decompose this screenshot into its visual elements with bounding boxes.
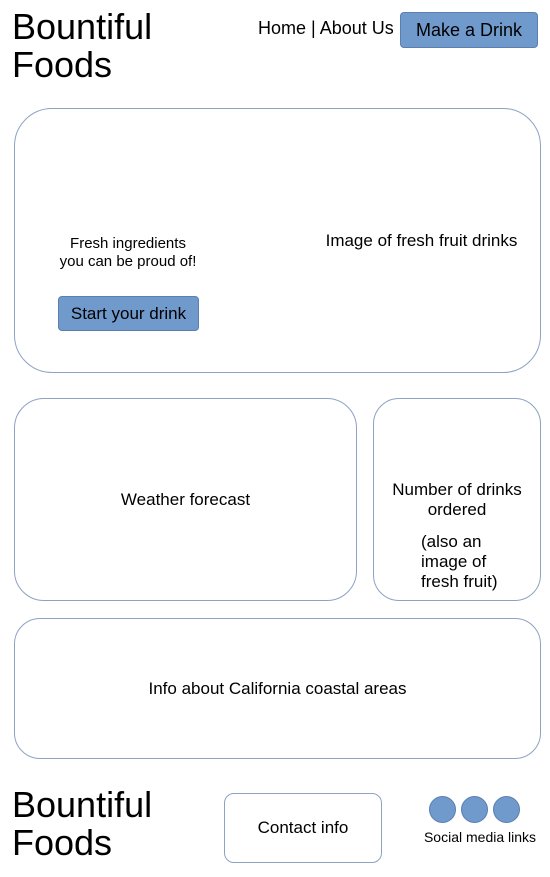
nav-home-link[interactable]: Home: [258, 18, 306, 38]
contact-info-box[interactable]: Contact info: [224, 793, 382, 863]
contact-info-label: Contact info: [257, 818, 349, 837]
social-icon-2[interactable]: [461, 796, 488, 823]
nav-about-link[interactable]: About Us: [320, 18, 394, 38]
header-logo: Bountiful Foods: [12, 6, 153, 85]
make-a-drink-button[interactable]: Make a Drink: [400, 12, 538, 48]
social-icon-1[interactable]: [429, 796, 456, 823]
weather-forecast-card: Weather forecast: [14, 398, 357, 601]
social-icons: [429, 796, 520, 823]
start-drink-button[interactable]: Start your drink: [58, 296, 199, 331]
california-info-card: Info about California coastal areas: [14, 618, 541, 759]
california-info-label: Info about California coastal areas: [148, 678, 407, 698]
main-nav: Home | About Us: [258, 18, 394, 38]
hero-image-placeholder: Image of fresh fruit drinks: [325, 231, 518, 250]
hero-tagline: Fresh ingredients you can be proud of!: [59, 235, 197, 270]
weather-forecast-label: Weather forecast: [120, 489, 251, 509]
social-icon-3[interactable]: [493, 796, 520, 823]
drinks-counter-note: (also an image of fresh fruit): [421, 532, 498, 591]
footer-logo: Bountiful Foods: [12, 784, 153, 863]
nav-separator: |: [306, 18, 320, 38]
social-media-label: Social media links: [423, 829, 537, 845]
drinks-counter-label: Number of drinks ordered: [392, 480, 522, 519]
